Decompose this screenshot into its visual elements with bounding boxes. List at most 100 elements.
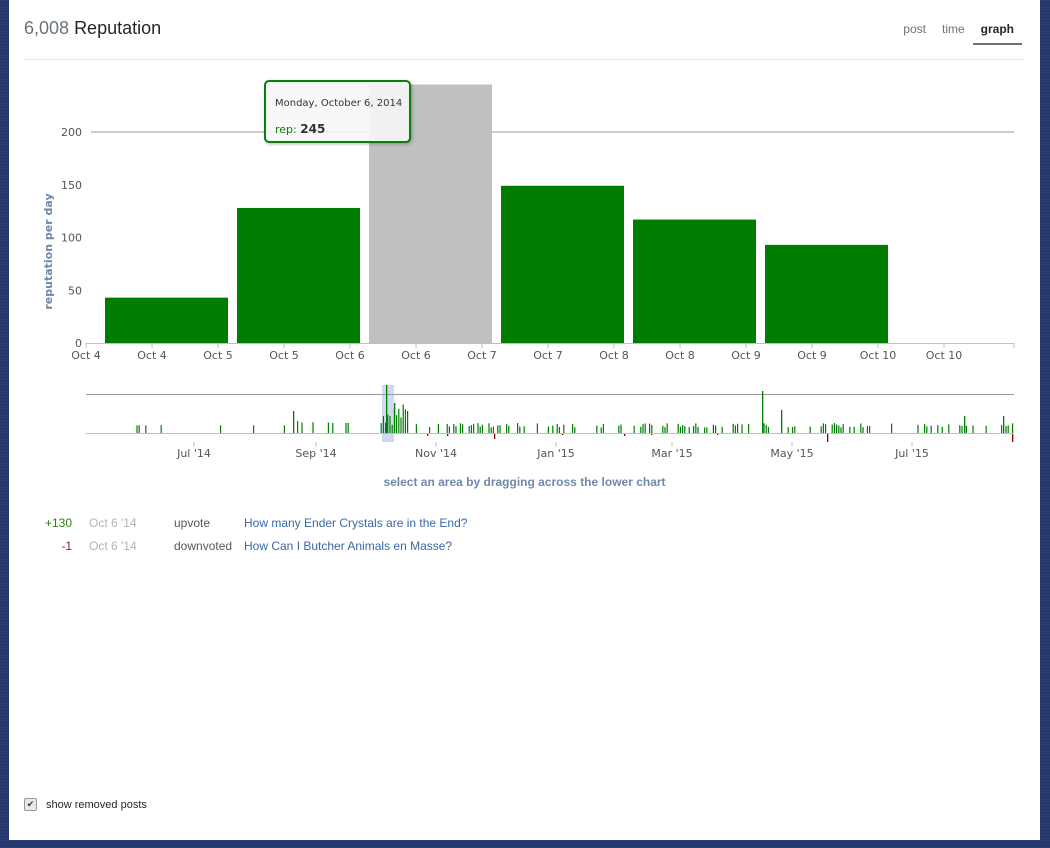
overview-bar: [429, 426, 431, 433]
overview-bar: [415, 424, 417, 433]
overview-bar: [1007, 425, 1009, 433]
tab-time[interactable]: time: [934, 22, 973, 45]
reputation-bar-chart[interactable]: 050100150200reputation per dayOct 4 Oct 4…: [9, 60, 1040, 370]
overview-bar: [917, 424, 919, 433]
overview-bar: [869, 425, 871, 433]
overview-bar: [508, 425, 510, 433]
overview-bar: [787, 427, 789, 433]
overview-bar: [332, 423, 334, 433]
overview-bar: [651, 424, 653, 433]
overview-bar: [470, 425, 472, 433]
bar: [501, 185, 624, 343]
overview-bar: [519, 426, 521, 433]
x-tick-label: Oct 4: [71, 349, 101, 362]
overview-bar: [396, 415, 398, 433]
y-tick-label: 50: [68, 284, 82, 297]
bar: [105, 297, 228, 343]
overview-bar: [492, 426, 494, 433]
overview-bar: [704, 427, 706, 433]
y-axis-label: reputation per day: [42, 193, 55, 309]
overview-bar: [596, 425, 598, 433]
overview-bar: [853, 426, 855, 433]
event-post-link[interactable]: How Can I Butcher Animals en Masse?: [244, 539, 452, 553]
overview-bar: [479, 426, 481, 433]
overview-bar: [301, 422, 303, 433]
overview-bar: [715, 425, 717, 433]
overview-bar: [649, 423, 651, 433]
show-removed-checkbox[interactable]: ✔: [24, 798, 37, 811]
overview-bar: [633, 425, 635, 433]
overview-bar: [145, 425, 147, 433]
overview-bar: [762, 391, 764, 433]
overview-bar: [688, 427, 690, 433]
overview-bar: [862, 427, 864, 433]
overview-bar: [838, 425, 840, 433]
x-tick-label: Oct 10: [860, 349, 897, 362]
overview-bar: [836, 424, 838, 433]
overview-x-tick-label: Nov '14: [415, 447, 457, 460]
overview-bar: [1012, 423, 1014, 433]
x-tick-label: Oct 9: [731, 349, 761, 362]
overview-bar: [662, 425, 664, 433]
overview-bar: [1005, 425, 1007, 433]
overview-bar: [394, 403, 396, 433]
show-removed-toggle[interactable]: ✔ show removed posts: [24, 798, 147, 811]
overview-bar: [547, 426, 549, 433]
overview-bar: [833, 423, 835, 433]
overview-x-tick-label: Sep '14: [295, 447, 336, 460]
overview-bar: [404, 409, 406, 433]
overview-bar: [536, 423, 538, 433]
x-tick-label: Oct 7: [467, 349, 497, 362]
overview-bar: [600, 427, 602, 433]
overview-bar: [382, 416, 384, 433]
reputation-count: 6,008: [24, 18, 70, 38]
overview-bar: [347, 422, 349, 433]
overview-bar: [706, 427, 708, 433]
event-row: +130 Oct 6 '14 upvote How many Ender Cry…: [24, 516, 624, 539]
tab-graph[interactable]: graph: [972, 22, 1022, 45]
overview-bar: [748, 424, 750, 433]
y-tick-label: 100: [61, 232, 82, 245]
tooltip-rep-value: 245: [300, 122, 326, 136]
event-post-link[interactable]: How many Ender Crystals are in the End?: [244, 516, 467, 530]
overview-bar: [618, 425, 620, 433]
overview-negative-bar: [1012, 433, 1014, 442]
overview-bar: [794, 426, 796, 433]
overview-bar: [312, 422, 314, 433]
bar: [237, 207, 360, 343]
overview-bar: [697, 426, 699, 433]
overview-bar: [497, 425, 499, 433]
overview-bar: [767, 426, 769, 433]
overview-bar: [220, 425, 222, 433]
overview-bar: [926, 426, 928, 433]
chart-tooltip: Monday, October 6, 2014 rep: 245: [264, 80, 411, 143]
overview-bar: [640, 426, 642, 433]
overview-bar: [448, 426, 450, 433]
overview-bar: [488, 423, 490, 433]
overview-bar: [523, 426, 525, 433]
tab-post[interactable]: post: [895, 22, 934, 45]
overview-bar: [831, 424, 833, 433]
overview-bar: [283, 425, 285, 433]
overview-bar: [391, 424, 393, 433]
overview-bar: [387, 414, 389, 433]
overview-bar: [462, 424, 464, 433]
y-tick-label: 200: [61, 126, 82, 139]
overview-bar: [1003, 416, 1005, 433]
overview-bar: [136, 425, 138, 433]
overview-bar: [965, 425, 967, 433]
overview-bar: [809, 426, 811, 433]
bar: [633, 219, 756, 343]
overview-bar: [677, 423, 679, 433]
overview-bar: [684, 425, 686, 433]
overview-bar: [459, 423, 461, 433]
overview-bar: [763, 423, 765, 433]
overview-bar: [682, 425, 684, 433]
overview-bar: [860, 423, 862, 433]
overview-bar: [572, 424, 574, 433]
overview-chart[interactable]: Jul '14 Sep '14 Nov '14 Jan '15 Mar '15 May '…: [9, 380, 1040, 465]
overview-bar: [253, 425, 255, 433]
overview-x-tick-label: Jul '15: [894, 447, 929, 460]
event-row: -1 Oct 6 '14 downvoted How Can I Butcher…: [24, 539, 624, 562]
overview-bar: [840, 427, 842, 433]
